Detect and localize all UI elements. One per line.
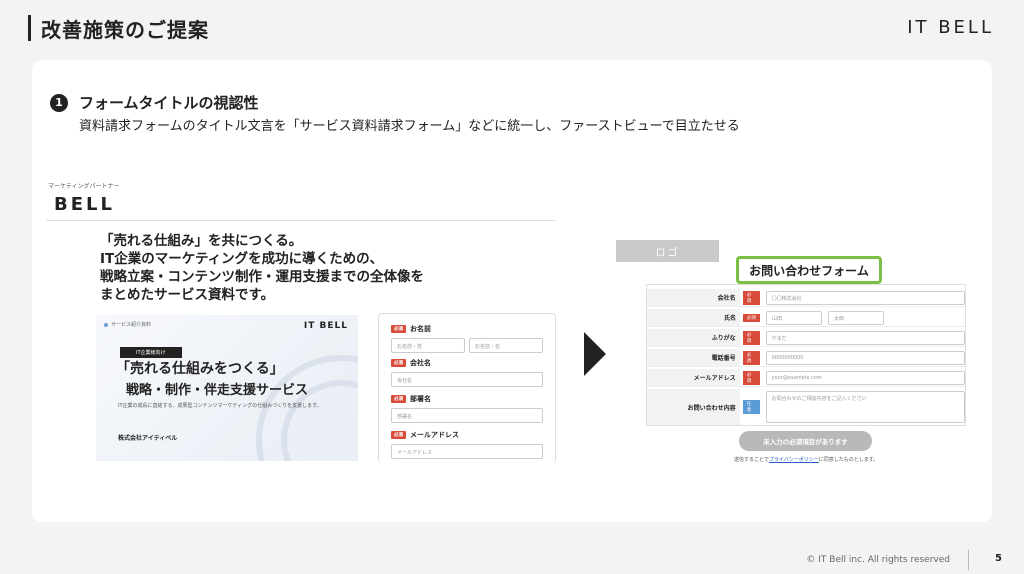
form-row-email: メールアドレス 必須 your@example.com <box>647 369 965 387</box>
first-name-input[interactable]: お名前・名 <box>469 338 543 353</box>
company-input[interactable]: 〇〇株式会社 <box>765 290 965 305</box>
kana-input[interactable]: やまだ <box>765 330 965 345</box>
field-label: メールアドレス <box>410 431 459 439</box>
footer-divider <box>968 550 969 570</box>
doc-company: 株式会社アイティベル <box>118 435 178 442</box>
page-number: 5 <box>995 553 1002 564</box>
field-label: 部署名 <box>410 395 431 403</box>
arrow-right-icon <box>584 332 606 376</box>
lp-divider <box>46 220 556 221</box>
last-name-input[interactable]: 山田 <box>766 310 822 325</box>
copyright: © IT Bell inc. All rights reserved <box>806 555 950 565</box>
point-description: 資料請求フォームのタイトル文言を「サービス資料請求フォーム」などに統一し、ファー… <box>79 119 740 134</box>
form-row-phone: 電話番号 必須 0000000000 <box>647 349 965 367</box>
doc-dot-icon <box>104 322 108 327</box>
form-row-inquiry: お問い合わせ内容 任意 お問合わせのご相談内容をご記入ください <box>647 389 965 425</box>
field-label: 会社名 <box>647 289 740 306</box>
doc-heading: 「売れる仕組みをつくる」 <box>116 361 284 377</box>
required-badge: 必須 <box>391 359 406 367</box>
required-badge: 必須 <box>743 313 760 322</box>
brand-logo: IT BELL <box>907 17 994 38</box>
form-field-email: 必須 メールアドレス メールアドレス <box>391 430 543 459</box>
department-input[interactable]: 部署名 <box>391 408 543 423</box>
doc-brand: IT BELL <box>303 321 348 331</box>
lp-copy-line: 戦略立案・コンテンツ制作・運用支援までの全体像を <box>100 269 424 285</box>
point-number-badge: 1 <box>50 93 68 112</box>
point-heading: 1 フォームタイトルの視認性 <box>50 92 259 113</box>
required-badge: 必須 <box>742 370 760 385</box>
form-field-department: 必須 部署名 部署名 <box>391 394 543 423</box>
required-badge: 必須 <box>742 330 760 345</box>
privacy-policy-link[interactable]: プライバシーポリシー <box>769 457 819 463</box>
agree-prefix: 送信することで <box>734 457 769 463</box>
title-accent-bar <box>28 15 31 41</box>
lp-logo: BELL <box>54 194 115 215</box>
required-badge: 必須 <box>742 350 760 365</box>
lp-copy-line: IT企業のマーケティングを成功に導くための、 <box>100 251 384 267</box>
current-request-form: 必須 お名前 お名前・姓 お名前・名 必須 会社名 会社名 必須 部署名 部署名 必須… <box>378 313 556 463</box>
form-title-highlight: お問い合わせフォーム <box>736 256 882 284</box>
doc-mini-label: サービス紹介資料 <box>104 321 151 328</box>
email-input[interactable]: your@example.com <box>765 370 965 385</box>
first-name-input[interactable]: 太郎 <box>828 310 884 325</box>
field-label: 会社名 <box>410 359 431 367</box>
lp-copy: 「売れる仕組み」を共につくる。 IT企業のマーケティングを成功に導くための、 戦… <box>100 232 520 304</box>
field-label: メールアドレス <box>647 369 740 386</box>
agree-suffix: に同意したものとします。 <box>818 457 879 463</box>
doc-subheading: 戦略・制作・伴走支援サービス <box>126 383 309 398</box>
lp-copy-line: まとめたサービス資料です。 <box>100 287 275 303</box>
field-label: 氏名 <box>647 309 740 326</box>
doc-description: IT企業の成長に直結する、成果型コンテンツマーケティングの仕組みづくりを支援しま… <box>118 403 322 409</box>
proposed-contact-form: 会社名 必須 〇〇株式会社 氏名 必須 山田 太郎 ふりがな 必須 やまだ 電話… <box>646 284 966 426</box>
required-badge: 必須 <box>742 290 760 305</box>
required-badge: 必須 <box>391 431 406 439</box>
form-row-kana: ふりがな 必須 やまだ <box>647 329 965 347</box>
page-title: 改善施策のご提案 <box>41 17 209 42</box>
footer: © IT Bell inc. All rights reserved 5 <box>0 542 1024 574</box>
point-title: フォームタイトルの視認性 <box>79 94 259 112</box>
current-landing-mock: マーケティングパートナー BELL 「売れる仕組み」を共につくる。 IT企業のマ… <box>46 178 556 468</box>
doc-mini-text: サービス紹介資料 <box>111 322 152 328</box>
field-label: 電話番号 <box>647 349 740 366</box>
field-label: お名前 <box>410 325 431 333</box>
lp-copy-line: 「売れる仕組み」を共につくる。 <box>100 233 303 249</box>
lp-tagline: マーケティングパートナー <box>48 183 120 190</box>
email-input[interactable]: メールアドレス <box>391 444 543 459</box>
privacy-agreement: 送信することでプライバシーポリシーに同意したものとします。 <box>734 456 878 463</box>
form-row-name: 氏名 必須 山田 太郎 <box>647 309 965 327</box>
form-field-name: 必須 お名前 お名前・姓 お名前・名 <box>391 324 543 353</box>
required-badge: 必須 <box>391 395 406 403</box>
content-card: 1 フォームタイトルの視認性 資料請求フォームのタイトル文言を「サービス資料請求… <box>32 60 992 522</box>
field-label: お問い合わせ内容 <box>647 389 740 425</box>
doc-tag: IT企業様向け <box>120 347 182 358</box>
optional-badge: 任意 <box>742 400 760 414</box>
document-cover-preview: サービス紹介資料 IT BELL IT企業様向け 「売れる仕組みをつくる」 戦略… <box>96 315 358 461</box>
company-input[interactable]: 会社名 <box>391 372 543 387</box>
submit-button[interactable]: 未入力の必須項目があります <box>739 431 872 451</box>
field-label: ふりがな <box>647 329 740 346</box>
phone-input[interactable]: 0000000000 <box>765 350 965 365</box>
logo-placeholder: ロゴ <box>616 240 719 262</box>
inquiry-textarea[interactable]: お問合わせのご相談内容をご記入ください <box>765 391 965 423</box>
form-field-company: 必須 会社名 会社名 <box>391 358 543 387</box>
page-title-bar: 改善施策のご提案 <box>28 12 209 44</box>
required-badge: 必須 <box>391 325 406 333</box>
form-row-company: 会社名 必須 〇〇株式会社 <box>647 289 965 307</box>
last-name-input[interactable]: お名前・姓 <box>391 338 465 353</box>
